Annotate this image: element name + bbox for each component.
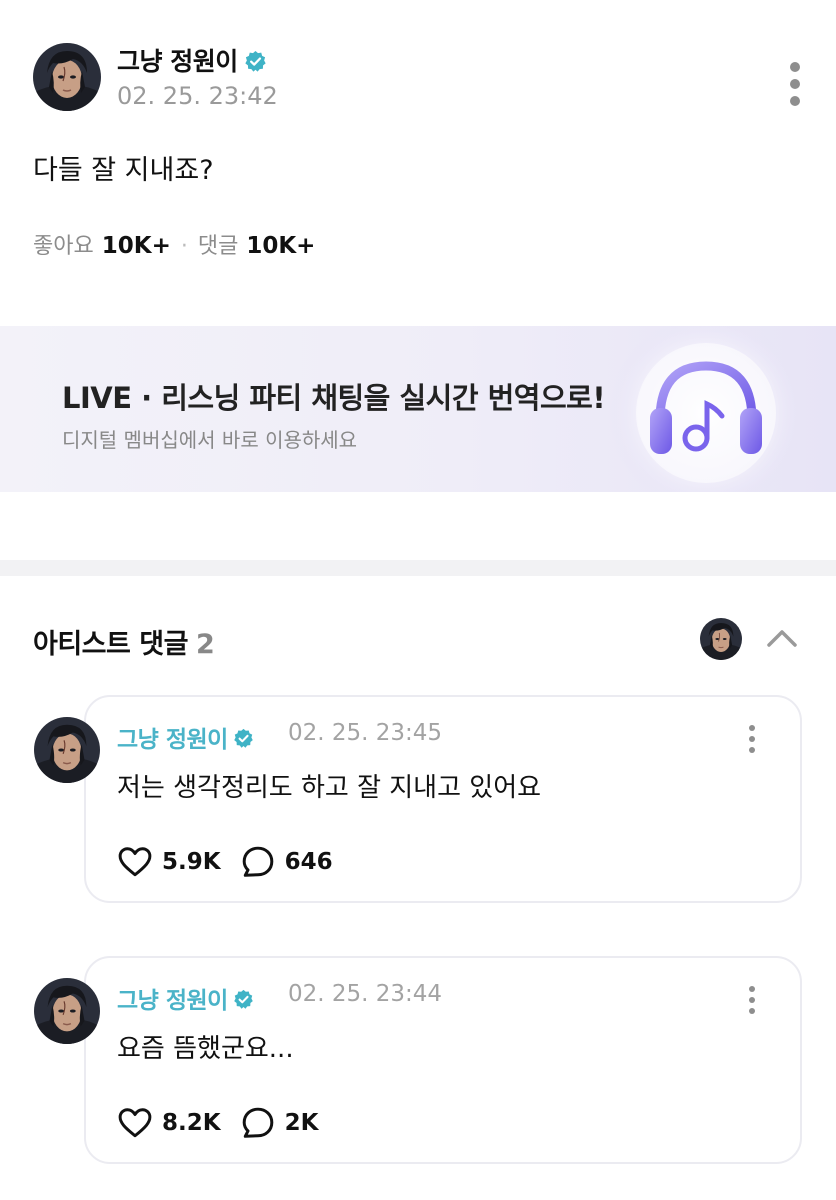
reply-button[interactable]: 2K (241, 1106, 319, 1140)
reply-count: 646 (284, 849, 333, 875)
post-stats: 좋아요 10K+ · 댓글 10K+ (33, 228, 315, 260)
verified-badge-icon (233, 989, 254, 1010)
artist-comment: 그냥 정원이 02. 25. 23:44 요즘 뜸했군요... 8.2K 2K (0, 956, 836, 1166)
comments-count[interactable]: 10K+ (246, 233, 315, 259)
comment-bubble-icon (241, 1106, 275, 1140)
headphones-music-icon (608, 326, 798, 492)
author-avatar[interactable] (33, 43, 101, 111)
like-count: 8.2K (162, 1110, 221, 1136)
comment-author-avatar[interactable] (34, 717, 100, 783)
artist-comment: 그냥 정원이 02. 25. 23:45 저는 생각정리도 하고 잘 지내고 있… (0, 695, 836, 905)
like-button[interactable]: 8.2K (118, 1107, 221, 1139)
comment-more-options-icon[interactable] (746, 986, 758, 1014)
post-timestamp: 02. 25. 23:42 (117, 82, 278, 110)
banner-subtitle: 디지털 멤버십에서 바로 이용하세요 (62, 428, 358, 452)
comment-bubble-icon (241, 845, 275, 879)
comments-label[interactable]: 댓글 (198, 234, 238, 259)
artist-comments-title: 아티스트 댓글 2 (33, 622, 215, 661)
comment-actions: 8.2K 2K (118, 1106, 338, 1140)
reply-count: 2K (284, 1110, 319, 1136)
comment-author-avatar[interactable] (34, 978, 100, 1044)
comment-author-name[interactable]: 그냥 정원이 (117, 988, 228, 1014)
heart-icon (118, 1107, 152, 1139)
verified-badge-icon (233, 728, 254, 749)
comment-text: 요즘 뜸했군요... (117, 1034, 294, 1064)
stats-separator: · (180, 234, 188, 259)
post-author[interactable]: 그냥 정원이 (117, 42, 267, 78)
banner-title: LIVE · 리스닝 파티 채팅을 실시간 번역으로! (62, 381, 606, 415)
comment-more-options-icon[interactable] (746, 725, 758, 753)
like-count: 5.9K (162, 849, 221, 875)
section-divider (0, 560, 836, 576)
artist-comments-label: 아티스트 댓글 (33, 629, 188, 660)
comment-author[interactable]: 그냥 정원이 (117, 720, 254, 754)
likes-label: 좋아요 (33, 234, 94, 259)
post-more-options-icon[interactable] (789, 62, 801, 106)
heart-icon (118, 846, 152, 878)
comment-author-name[interactable]: 그냥 정원이 (117, 727, 228, 753)
like-button[interactable]: 5.9K (118, 846, 221, 878)
comment-timestamp: 02. 25. 23:45 (288, 720, 443, 746)
reply-button[interactable]: 646 (241, 845, 333, 879)
artist-comments-count: 2 (195, 629, 215, 660)
likes-count: 10K+ (101, 233, 171, 259)
post: 그냥 정원이 02. 25. 23:42 다들 잘 지내죠? 좋아요 10K+ · 댓… (0, 0, 836, 300)
comment-timestamp: 02. 25. 23:44 (288, 981, 443, 1007)
chevron-up-icon[interactable] (764, 623, 800, 653)
comment-text: 저는 생각정리도 하고 잘 지내고 있어요 (117, 773, 542, 803)
verified-badge-icon (244, 50, 267, 73)
artist-avatar-small[interactable] (700, 618, 742, 660)
comment-actions: 5.9K 646 (118, 845, 353, 879)
promo-banner[interactable]: LIVE · 리스닝 파티 채팅을 실시간 번역으로! 디지털 멤버십에서 바로… (0, 326, 836, 492)
post-author-name[interactable]: 그냥 정원이 (117, 47, 238, 76)
comment-author[interactable]: 그냥 정원이 (117, 981, 254, 1015)
post-body-text: 다들 잘 지내죠? (33, 155, 214, 186)
